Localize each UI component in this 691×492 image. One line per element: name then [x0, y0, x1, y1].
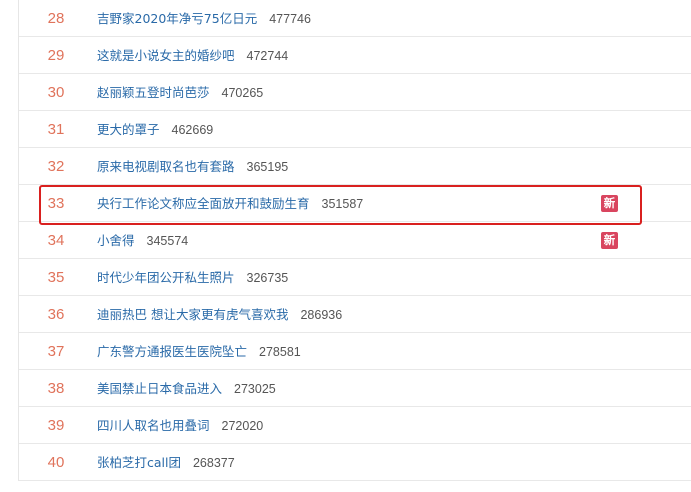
- search-count: 286936: [300, 308, 343, 322]
- search-count: 351587: [321, 197, 364, 211]
- new-badge: 新: [601, 195, 618, 212]
- list-item[interactable]: 35 时代少年团公开私生照片 326735: [19, 259, 691, 296]
- list-item[interactable]: 33 央行工作论文称应全面放开和鼓励生育 351587 新: [19, 185, 691, 222]
- search-count: 273025: [234, 382, 276, 396]
- rank-number: 32: [47, 158, 65, 175]
- rank-number: 29: [47, 47, 65, 64]
- search-count: 365195: [246, 160, 289, 174]
- topic-link[interactable]: 吉野家2020年净亏75亿日元 477746: [97, 0, 311, 38]
- topic-link[interactable]: 这就是小说女主的婚纱吧 472744: [97, 37, 288, 75]
- list-item[interactable]: 31 更大的罩子 462669: [19, 111, 691, 148]
- search-count: 472744: [246, 49, 289, 63]
- list-item[interactable]: 39 四川人取名也用叠词 272020: [19, 407, 691, 444]
- topic-link[interactable]: 时代少年团公开私生照片 326735: [97, 259, 288, 297]
- search-count: 272020: [221, 419, 264, 433]
- search-count: 470265: [221, 86, 264, 100]
- list-item[interactable]: 29 这就是小说女主的婚纱吧 472744: [19, 37, 691, 74]
- rank-number: 30: [47, 84, 65, 101]
- rank-number: 39: [47, 417, 65, 434]
- topic-link[interactable]: 原来电视剧取名也有套路 365195: [97, 148, 288, 186]
- rank-number: 37: [47, 343, 65, 360]
- topic-link[interactable]: 广东警方通报医生医院坠亡 278581: [97, 333, 301, 371]
- rank-number: 34: [47, 232, 65, 249]
- search-count: 477746: [269, 12, 311, 26]
- rank-number: 36: [47, 306, 65, 323]
- rank-number: 31: [47, 121, 65, 138]
- search-count: 278581: [259, 345, 301, 359]
- list-item[interactable]: 32 原来电视剧取名也有套路 365195: [19, 148, 691, 185]
- new-badge: 新: [601, 232, 618, 249]
- topic-link[interactable]: 张柏芝打call团 268377: [97, 444, 235, 482]
- rank-number: 35: [47, 269, 65, 286]
- list-item[interactable]: 28 吉野家2020年净亏75亿日元 477746: [19, 0, 691, 37]
- list-item[interactable]: 34 小舍得 345574 新: [19, 222, 691, 259]
- hot-search-list: 28 吉野家2020年净亏75亿日元 477746 29 这就是小说女主的婚纱吧 4…: [18, 0, 691, 481]
- rank-number: 40: [47, 454, 65, 471]
- search-count: 345574: [146, 234, 189, 248]
- topic-link[interactable]: 小舍得 345574: [97, 222, 188, 260]
- search-count: 268377: [192, 456, 235, 470]
- topic-link[interactable]: 美国禁止日本食品进入 273025: [97, 370, 276, 408]
- list-item[interactable]: 37 广东警方通报医生医院坠亡 278581: [19, 333, 691, 370]
- topic-link[interactable]: 迪丽热巴 想让大家更有虎气喜欢我 286936: [97, 296, 342, 334]
- rank-number: 33: [47, 195, 65, 212]
- list-item[interactable]: 40 张柏芝打call团 268377: [19, 444, 691, 481]
- topic-link[interactable]: 央行工作论文称应全面放开和鼓励生育 351587: [97, 185, 363, 223]
- list-item[interactable]: 36 迪丽热巴 想让大家更有虎气喜欢我 286936: [19, 296, 691, 333]
- topic-link[interactable]: 四川人取名也用叠词 272020: [97, 407, 263, 445]
- topic-link[interactable]: 更大的罩子 462669: [97, 111, 213, 149]
- list-item[interactable]: 38 美国禁止日本食品进入 273025: [19, 370, 691, 407]
- search-count: 462669: [171, 123, 214, 137]
- rank-number: 38: [47, 380, 65, 397]
- list-item[interactable]: 30 赵丽颖五登时尚芭莎 470265: [19, 74, 691, 111]
- search-count: 326735: [246, 271, 289, 285]
- rank-number: 28: [47, 10, 65, 27]
- topic-link[interactable]: 赵丽颖五登时尚芭莎 470265: [97, 74, 263, 112]
